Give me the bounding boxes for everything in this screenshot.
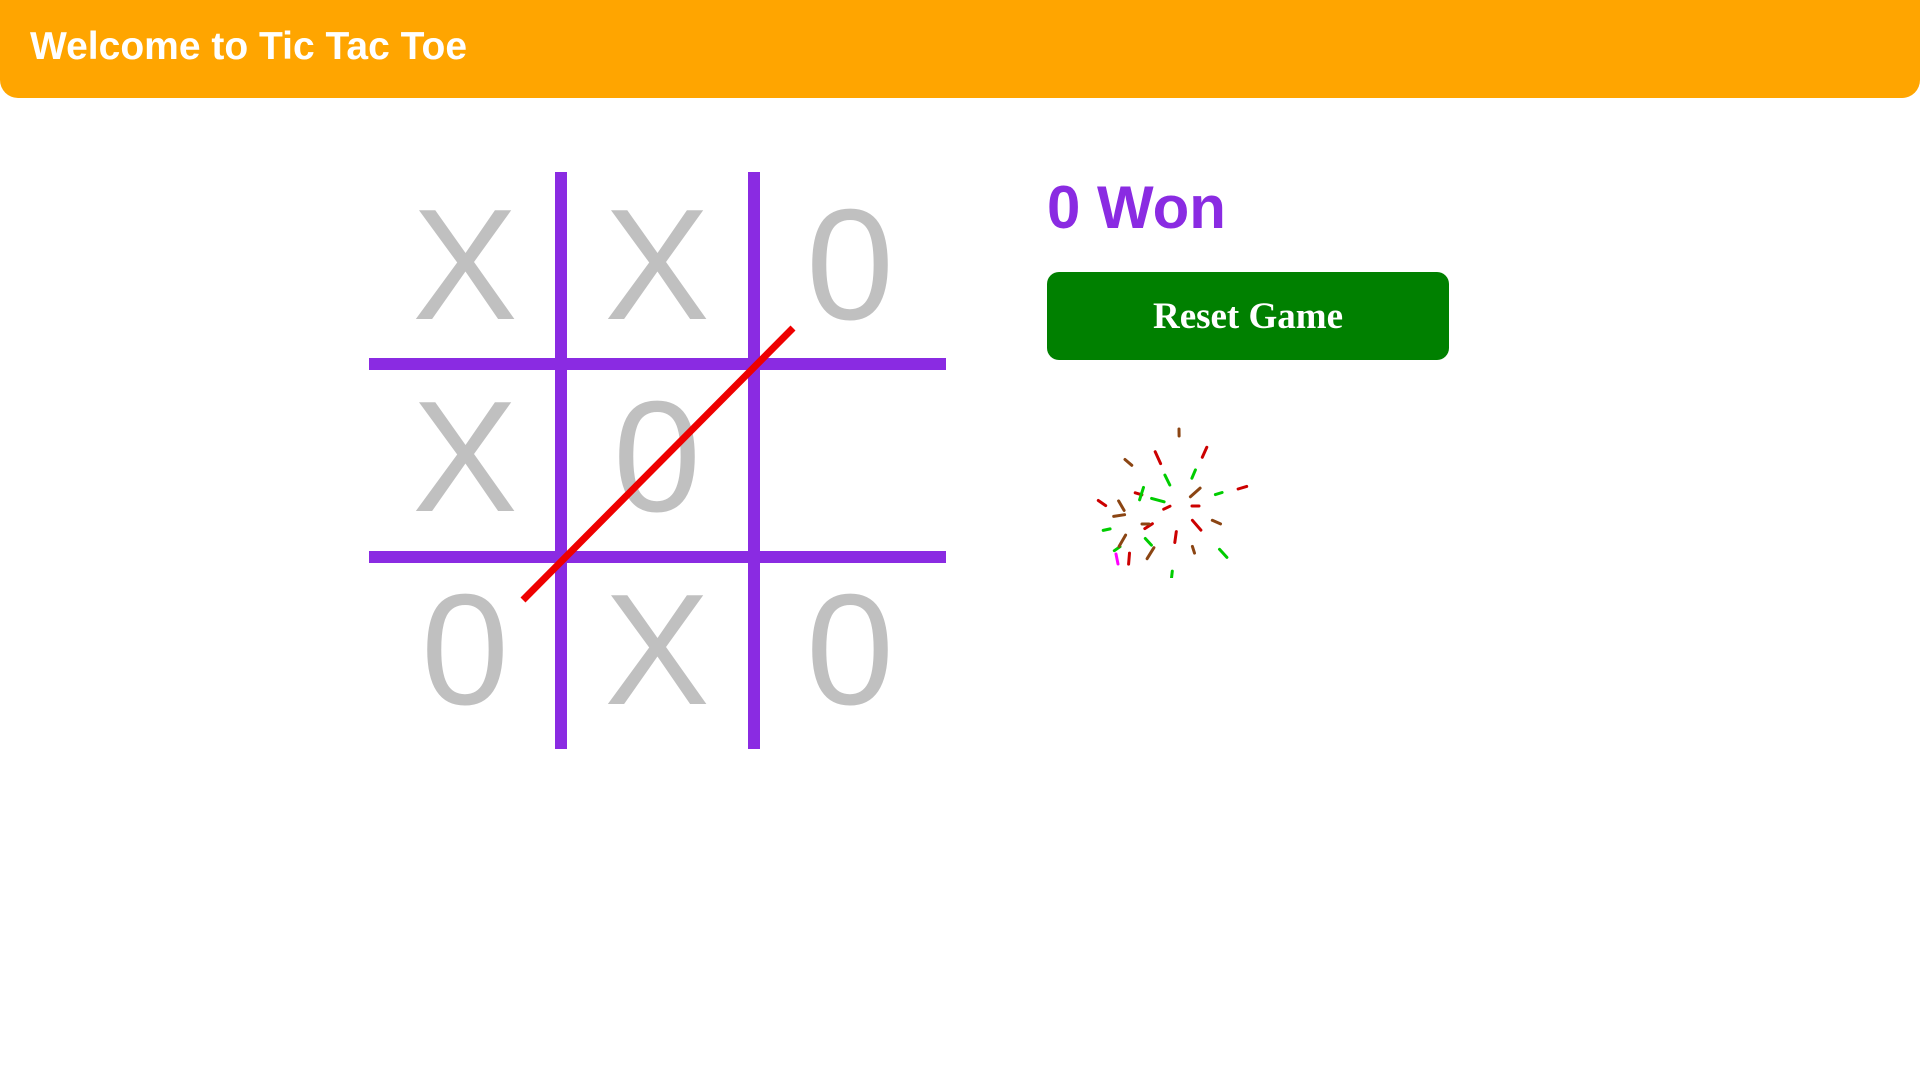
firework-spark [1213, 491, 1224, 497]
firework-spark [1101, 527, 1112, 532]
cell-mark: 0 [806, 177, 894, 353]
cell-0[interactable]: X [369, 172, 561, 364]
firework-spark [1162, 504, 1172, 511]
cell-1[interactable]: X [561, 172, 753, 364]
grid-line-horizontal-1 [369, 358, 946, 370]
firework-spark [1200, 445, 1209, 459]
game-board: X X 0 X 0 0 X 0 [369, 172, 946, 749]
firework-spark [1117, 533, 1128, 548]
cell-mark: X [604, 177, 710, 353]
winner-text: 0 Won [1047, 174, 1226, 241]
firework-spark [1117, 499, 1126, 512]
firework-spark [1173, 530, 1178, 544]
firework-spark [1218, 547, 1229, 559]
cell-5[interactable] [754, 364, 946, 556]
cell-2[interactable]: 0 [754, 172, 946, 364]
cell-8[interactable]: 0 [754, 557, 946, 749]
reset-game-button[interactable]: Reset Game [1047, 272, 1449, 360]
cell-mark: 0 [806, 562, 894, 738]
firework-spark [1150, 496, 1166, 504]
firework-spark [1138, 485, 1145, 502]
firework-spark [1112, 513, 1127, 518]
firework-spark [1188, 486, 1202, 499]
firework-spark [1163, 473, 1172, 487]
cell-mark: 0 [613, 369, 701, 545]
cell-4[interactable]: 0 [561, 364, 753, 556]
game-info: 0 Won Reset Game [1047, 172, 1449, 360]
cell-7[interactable]: X [561, 557, 753, 749]
grid-line-horizontal-2 [369, 551, 946, 563]
fireworks-icon [1096, 427, 1249, 578]
navbar: Welcome to Tic Tac Toe [0, 0, 1920, 98]
firework-spark [1236, 484, 1249, 491]
firework-spark [1153, 450, 1163, 466]
cell-mark: X [412, 177, 518, 353]
grid-line-vertical-1 [555, 172, 567, 749]
cell-mark: X [412, 369, 518, 545]
cell-mark: X [604, 562, 710, 738]
firework-spark [1096, 499, 1108, 508]
firework-spark [1143, 537, 1153, 547]
firework-spark [1145, 546, 1156, 561]
firework-spark [1170, 569, 1174, 578]
firework-spark [1190, 518, 1203, 532]
firework-spark [1190, 468, 1197, 480]
page-title: Welcome to Tic Tac Toe [30, 25, 468, 68]
firework-spark [1114, 552, 1120, 566]
firework-spark [1123, 458, 1134, 467]
firework-spark [1127, 551, 1131, 566]
firework-spark [1210, 518, 1222, 526]
firework-spark [1190, 544, 1196, 555]
grid-line-vertical-2 [748, 172, 760, 749]
cell-mark: 0 [421, 562, 509, 738]
cell-6[interactable]: 0 [369, 557, 561, 749]
cell-3[interactable]: X [369, 364, 561, 556]
